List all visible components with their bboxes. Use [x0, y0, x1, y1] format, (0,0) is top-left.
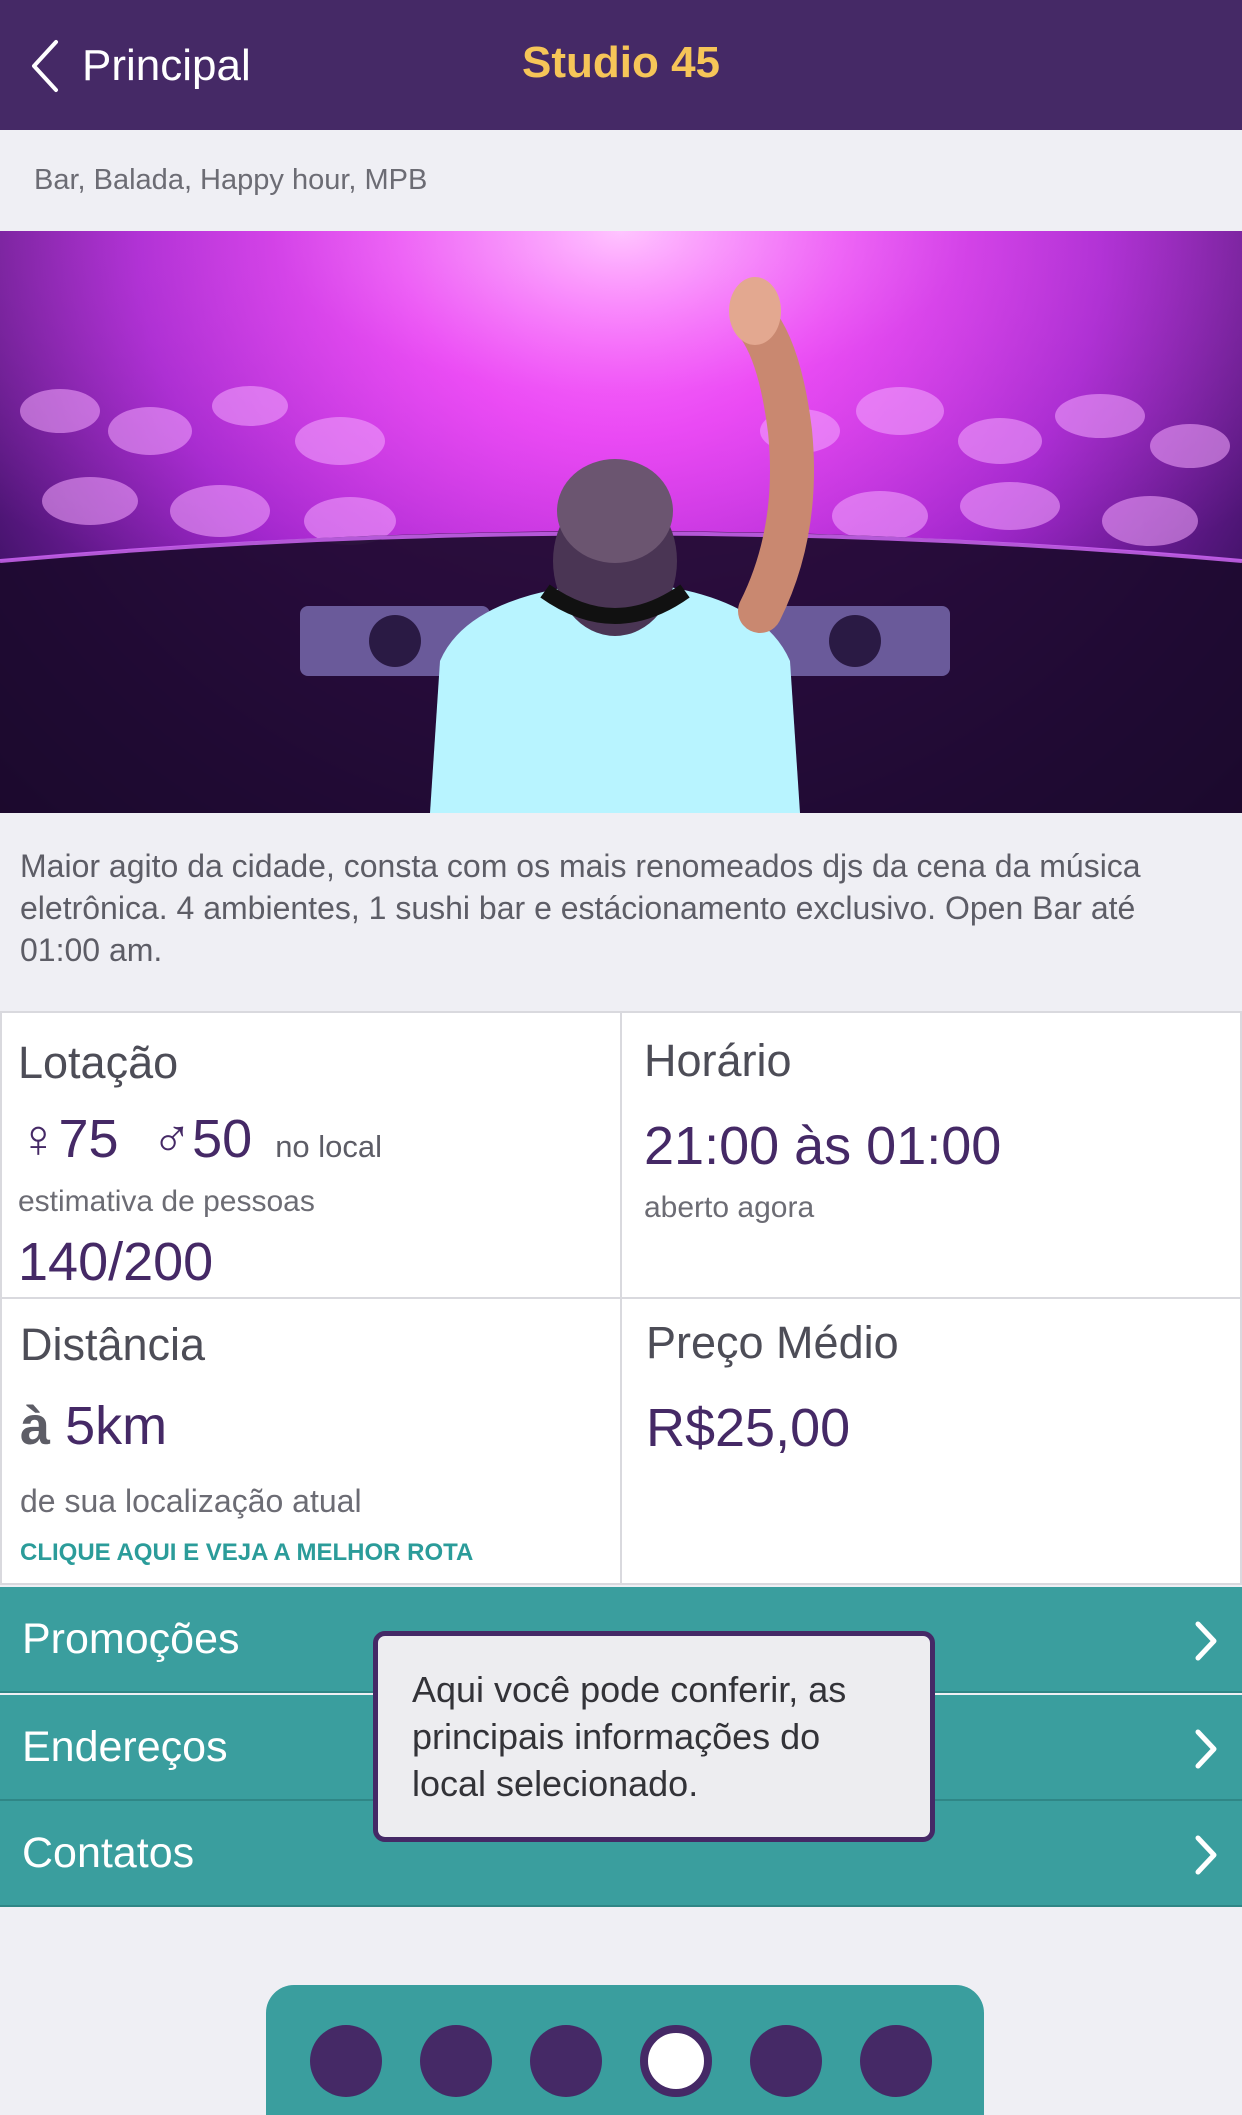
- page-dot[interactable]: [420, 2025, 492, 2097]
- page-dot[interactable]: [750, 2025, 822, 2097]
- horario-card: Horário 21:00 às 01:00 aberto agora: [620, 1011, 1242, 1299]
- distancia-title: Distância: [20, 1319, 206, 1370]
- female-count: 75: [58, 1109, 119, 1169]
- open-status: aberto agora: [644, 1191, 815, 1224]
- distance-value: 5km: [65, 1396, 168, 1456]
- opening-hours: 21:00 às 01:00: [644, 1116, 1002, 1176]
- venue-photo: [0, 231, 1242, 813]
- venue-tags: Bar, Balada, Happy hour, MPB: [34, 164, 428, 196]
- horario-title: Horário: [644, 1035, 792, 1086]
- chevron-right-icon: [1195, 1729, 1217, 1769]
- distance-subtitle: de sua localização atual: [20, 1483, 362, 1519]
- average-price: R$25,00: [646, 1398, 851, 1458]
- distance-prefix: à: [20, 1396, 51, 1456]
- page-title: Studio 45: [521, 38, 721, 87]
- menu-item-label: Promoções: [22, 1615, 240, 1663]
- estimate-label: estimativa de pessoas: [18, 1185, 315, 1218]
- chevron-right-icon: [1195, 1835, 1217, 1875]
- distancia-card: Distância à 5km de sua localização atual…: [0, 1297, 622, 1585]
- page-dot-active[interactable]: [640, 2025, 712, 2097]
- lotacao-card: Lotação ♀75 ♂50 no local estimativa de p…: [0, 1011, 622, 1299]
- best-route-link[interactable]: CLIQUE AQUI E VEJA A MELHOR ROTA: [20, 1539, 473, 1567]
- male-icon: ♂: [151, 1109, 193, 1169]
- menu-item-label: Endereços: [22, 1723, 228, 1771]
- lotacao-title: Lotação: [18, 1037, 179, 1088]
- male-count: 50: [192, 1109, 253, 1169]
- capacity-value: 140/200: [18, 1232, 214, 1292]
- on-site-label: no local: [275, 1129, 383, 1164]
- page-dot[interactable]: [860, 2025, 932, 2097]
- page-dot[interactable]: [530, 2025, 602, 2097]
- page-dot[interactable]: [310, 2025, 382, 2097]
- navigation-bar: Principal Studio 45: [0, 0, 1242, 130]
- preco-card: Preço Médio R$25,00: [620, 1297, 1242, 1585]
- gender-count-row: ♀75 ♂50 no local: [18, 1108, 382, 1170]
- preco-title: Preço Médio: [646, 1317, 899, 1368]
- onboarding-tooltip[interactable]: Aqui você pode conferir, as principais i…: [373, 1631, 935, 1842]
- venue-description: Maior agito da cidade, consta com os mai…: [20, 848, 1141, 968]
- female-icon: ♀: [18, 1109, 59, 1169]
- page-indicator: [266, 1985, 984, 2115]
- menu-item-label: Contatos: [22, 1829, 195, 1877]
- distance-row: à 5km: [20, 1395, 167, 1457]
- chevron-right-icon: [1195, 1621, 1217, 1661]
